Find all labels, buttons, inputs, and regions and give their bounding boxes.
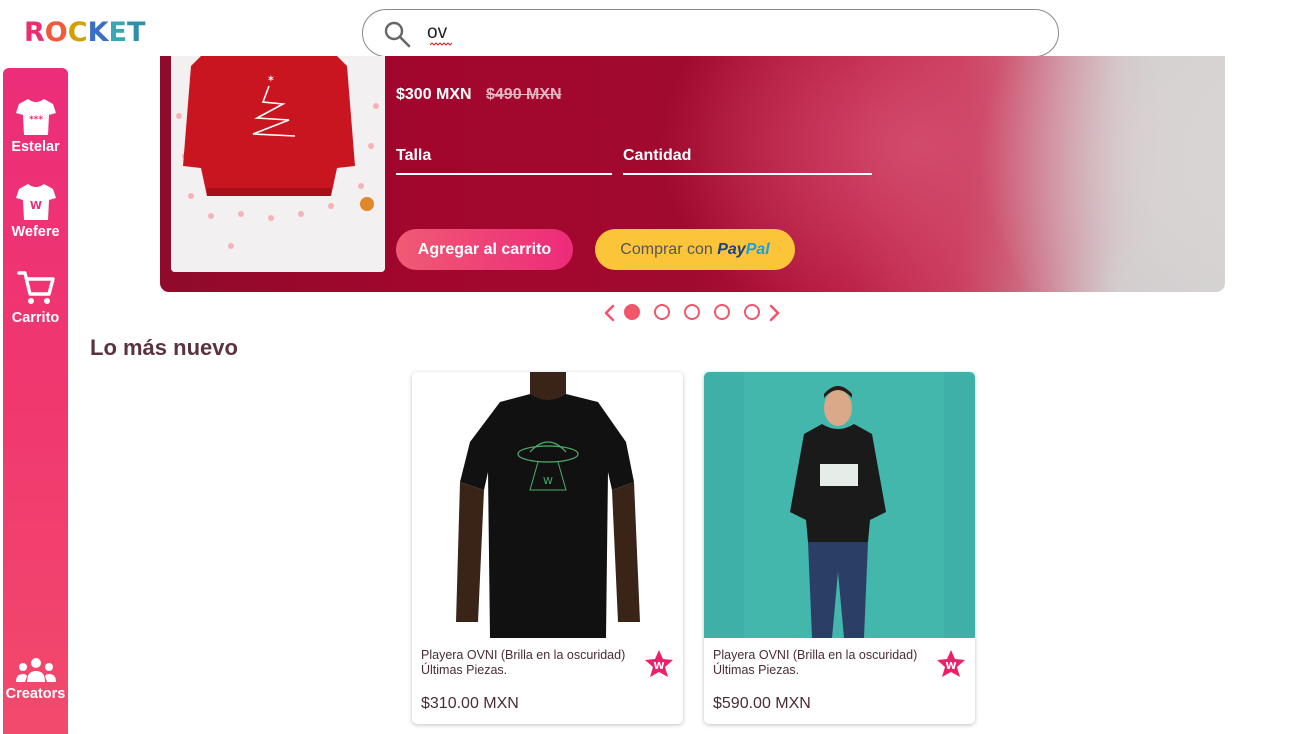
spellcheck-underline: [430, 42, 452, 46]
sidebar-item-estelar[interactable]: *** Estelar: [3, 97, 68, 155]
product-image[interactable]: W: [412, 372, 683, 638]
rocket-logo[interactable]: R O C K E T: [24, 17, 145, 48]
paypal-button-label: Comprar con: [620, 240, 718, 258]
carousel-dot[interactable]: [684, 304, 700, 320]
badge-letter: W: [945, 661, 956, 672]
red-sweater-illustration: ✶: [171, 56, 385, 272]
black-tshirt-photo: W: [412, 372, 683, 638]
sidebar-item-label: Creators: [5, 686, 66, 702]
cart-icon: [16, 271, 55, 304]
paypal-logo-part: Pay: [717, 240, 746, 258]
product-card[interactable]: Playera OVNI (Brilla en la oscuridad) Úl…: [704, 372, 975, 724]
hoodie-model-photo: [704, 372, 975, 638]
product-image[interactable]: [704, 372, 975, 638]
search-bar[interactable]: [362, 9, 1059, 57]
svg-text:W: W: [543, 476, 553, 487]
sidebar-item-label: Carrito: [11, 310, 60, 326]
sidebar-item-label: Wefere: [11, 224, 60, 240]
quantity-input[interactable]: [623, 173, 872, 175]
svg-text:***: ***: [28, 115, 42, 125]
product-original-price: $490 MXN: [486, 86, 562, 103]
product-card[interactable]: W Playera OVNI (Brilla en la oscuridad) …: [412, 372, 683, 724]
product-price: $300 MXN: [396, 86, 472, 103]
svg-text:✶: ✶: [267, 74, 275, 85]
size-field-label: Talla: [396, 147, 432, 164]
search-input[interactable]: [427, 18, 1027, 48]
size-select[interactable]: [396, 173, 612, 175]
sidebar: *** Estelar W Wefere Carrito Creators: [3, 68, 68, 734]
tshirt-w-icon: W: [15, 184, 56, 220]
carousel-dot[interactable]: [654, 304, 670, 320]
logo-letter: R: [24, 17, 45, 48]
app-root: R O C K E T *** Estelar W Wefer: [0, 0, 1315, 734]
svg-text:W: W: [29, 199, 41, 212]
logo-letter: E: [108, 17, 127, 48]
carousel-next-icon[interactable]: [767, 304, 781, 322]
people-group-icon: [15, 658, 56, 682]
product-price: $310.00 MXN: [421, 695, 519, 712]
sidebar-item-carrito[interactable]: Carrito: [3, 268, 68, 326]
quantity-field-label: Cantidad: [623, 147, 692, 164]
tshirt-stars-icon: ***: [15, 99, 56, 135]
featured-product-image[interactable]: ✶: [171, 56, 385, 272]
product-price: $590.00 MXN: [713, 695, 811, 712]
carousel-dot[interactable]: [714, 304, 730, 320]
add-to-cart-button[interactable]: Agregar al carrito: [396, 229, 573, 270]
logo-letter: K: [87, 17, 109, 48]
product-title[interactable]: Playera OVNI (Brilla en la oscuridad) Úl…: [713, 648, 939, 678]
product-title[interactable]: Playera OVNI (Brilla en la oscuridad) Úl…: [421, 648, 647, 678]
paypal-logo-part: Pal: [745, 240, 770, 258]
logo-letter: O: [44, 17, 68, 48]
section-title: Lo más nuevo: [90, 335, 238, 360]
carousel-dot[interactable]: [744, 304, 760, 320]
buy-with-paypal-button[interactable]: Comprar con PayPal: [595, 229, 795, 270]
carousel-dot[interactable]: [624, 304, 640, 320]
featured-product-banner: ✶ $300 MXN $490 MXN Talla Cantidad Agreg…: [160, 56, 1225, 292]
logo-letter: T: [126, 17, 146, 48]
sidebar-item-creators[interactable]: Creators: [3, 656, 68, 702]
badge-letter: W: [653, 661, 664, 672]
search-icon[interactable]: [383, 20, 411, 48]
wefere-star-badge-icon: W: [645, 650, 673, 677]
carousel-prev-icon[interactable]: [603, 304, 617, 322]
wefere-star-badge-icon: W: [937, 650, 965, 677]
sidebar-item-label: Estelar: [11, 139, 60, 155]
logo-letter: C: [67, 17, 88, 48]
sidebar-item-wefere[interactable]: W Wefere: [3, 182, 68, 240]
